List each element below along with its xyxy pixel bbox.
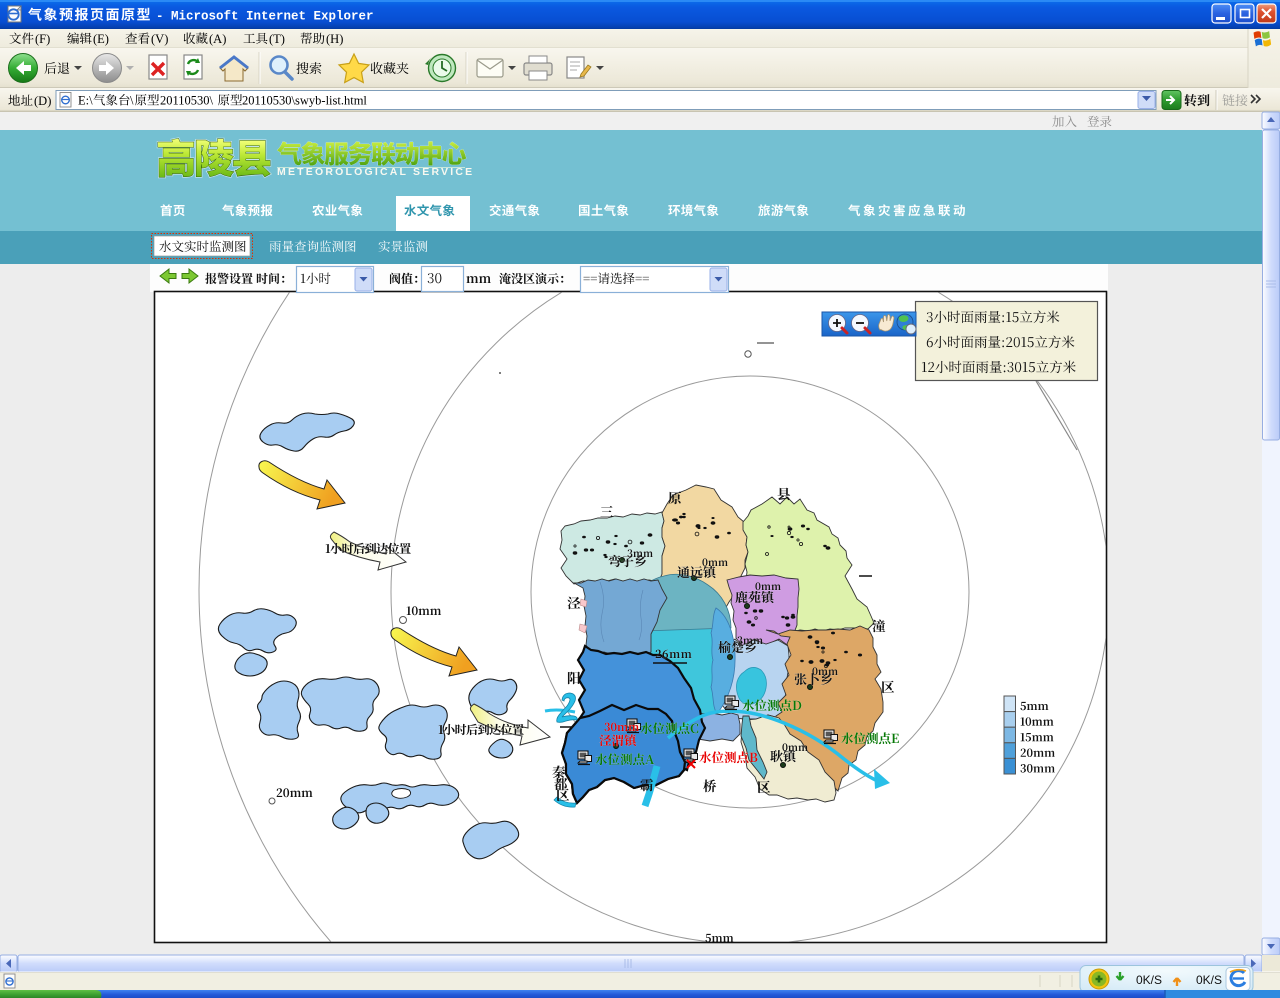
svg-text:(F): (F) (35, 32, 50, 46)
svg-text:E:\: E:\ (78, 94, 93, 108)
svg-text:20110530\swyb-list.html: 20110530\swyb-list.html (242, 94, 367, 108)
svg-text:(H): (H) (326, 32, 343, 46)
svg-text:20110530\: 20110530\ (160, 94, 214, 108)
svg-text:(V): (V) (151, 32, 168, 46)
svg-text:- Microsoft Internet Explorer: - Microsoft Internet Explorer (156, 10, 374, 24)
svg-text:(A): (A) (209, 32, 226, 46)
svg-text:0K/S: 0K/S (1196, 973, 1222, 987)
svg-text:(E): (E) (93, 32, 109, 46)
svg-text:\: \ (130, 94, 134, 108)
svg-text:0K/S: 0K/S (1136, 973, 1162, 987)
svg-text:(D): (D) (34, 94, 51, 108)
svg-text:(T): (T) (269, 32, 285, 46)
